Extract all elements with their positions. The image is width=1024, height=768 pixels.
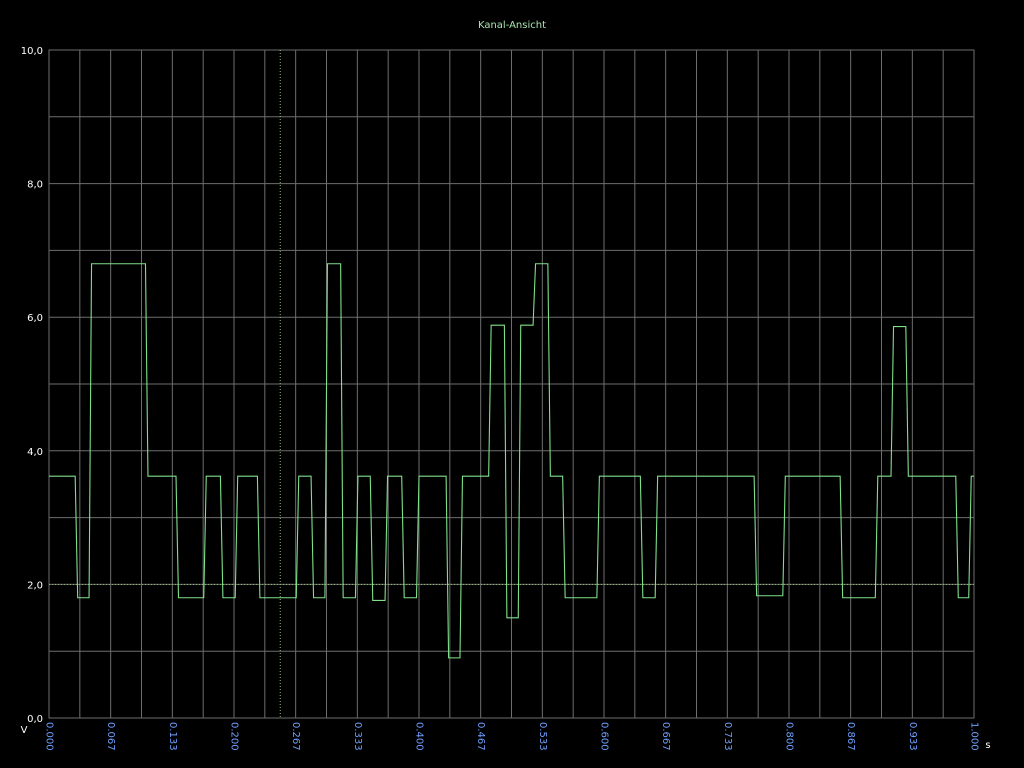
x-tick-label: 0.067	[105, 722, 116, 751]
y-axis-ticks: 0,0 2,0 4,0 6,0 8,0 10,0	[21, 46, 43, 725]
x-axis-ticks: 0.000 0.067 0.133 0.200 0.267 0.333 0.400 0.467…	[44, 722, 980, 751]
x-tick-label: 0.533	[537, 722, 548, 751]
x-tick-label: 0.667	[660, 722, 671, 751]
y-tick-label: 2,0	[27, 580, 43, 591]
x-tick-label: 0.133	[167, 722, 178, 751]
y-tick-label: 0,0	[27, 714, 43, 725]
x-axis-unit: s	[985, 740, 990, 751]
y-tick-label: 6,0	[27, 313, 43, 324]
y-tick-label: 8,0	[27, 180, 43, 191]
y-tick-label: 4,0	[27, 447, 43, 458]
x-tick-label: 1.000	[969, 722, 980, 751]
x-tick-label: 0.267	[290, 722, 301, 751]
x-tick-label: 0.600	[599, 722, 610, 751]
x-tick-label: 0.733	[722, 722, 733, 751]
x-tick-label: 0.467	[475, 722, 486, 751]
x-tick-label: 0.867	[845, 722, 856, 751]
y-axis-unit: V	[21, 725, 28, 736]
x-tick-label: 0.200	[229, 722, 240, 751]
oscilloscope-channel-view: Kanal-Ansicht 0,02,04,06,08,010,0 0.000 0…	[21, 20, 991, 751]
y-tick-label: 10,0	[21, 46, 43, 57]
x-tick-label: 0.333	[352, 722, 363, 751]
x-tick-label: 0.400	[414, 722, 425, 751]
chart-title: Kanal-Ansicht	[478, 20, 546, 31]
x-tick-label: 0.933	[907, 722, 918, 751]
x-tick-label: 0.800	[784, 722, 795, 751]
x-tick-label: 0.000	[44, 722, 55, 751]
